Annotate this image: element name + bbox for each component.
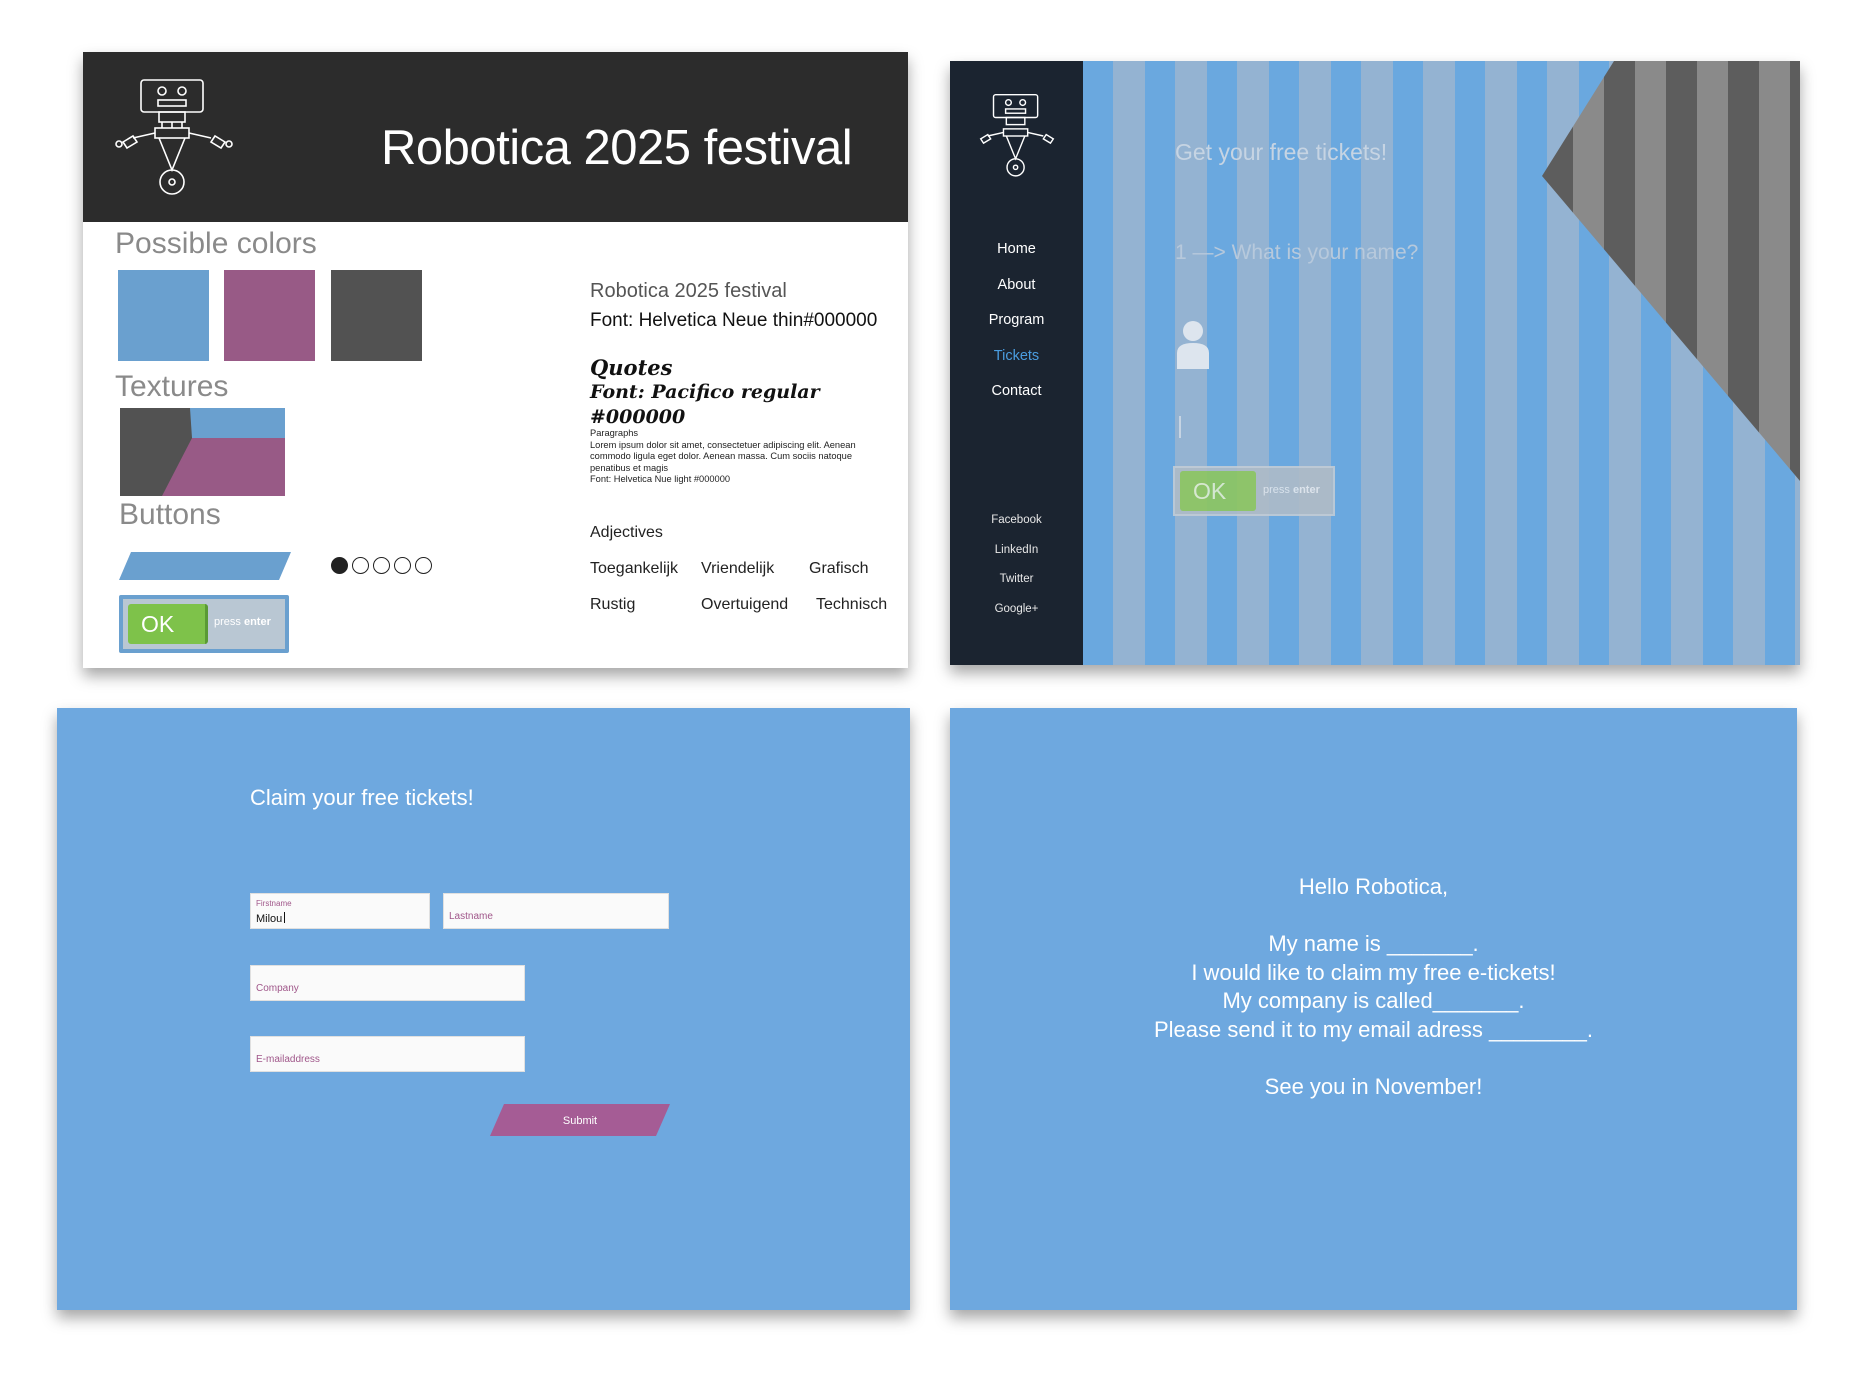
- pagination-dot[interactable]: [331, 557, 348, 574]
- adjective-item: Vriendelijk: [701, 560, 775, 577]
- firstname-label: Firstname: [256, 899, 292, 908]
- firstname-field[interactable]: Firstname Milou: [250, 893, 430, 929]
- quotes-font-spec: Font: Pacifico regular #000000: [590, 381, 820, 428]
- adjective-item: Overtuigend: [701, 596, 789, 613]
- letter-line: I would like to claim my free e-tickets!: [1191, 959, 1556, 985]
- adjectives-heading: Adjectives: [590, 524, 663, 541]
- ok-enter-widget: OK press enter: [119, 595, 289, 653]
- adjective-item: Rustig: [590, 596, 636, 613]
- style-guide-panel: Robotica 2025 festival Possible colors T…: [83, 52, 908, 668]
- ok-enter-widget: OK press enter: [1173, 466, 1335, 516]
- user-icon: [1177, 321, 1209, 369]
- adjective-item: Technisch: [816, 596, 888, 613]
- buttons-heading: Buttons: [119, 498, 221, 531]
- adjective-item: Toegankelijk: [590, 560, 679, 577]
- color-swatch-purple: [224, 270, 315, 361]
- paragraph-font-spec: Font: Helvetica Nue light #000000: [590, 474, 731, 485]
- festival-title: Robotica 2025 festival: [381, 121, 853, 175]
- company-field[interactable]: Company: [250, 965, 525, 1001]
- style-guide-header: Robotica 2025 festival: [83, 52, 908, 222]
- robot-logo-icon: [115, 79, 233, 195]
- paragraph-sample: Paragraphs Lorem ipsum dolor sit amet, c…: [590, 428, 875, 486]
- social-link-facebook[interactable]: Facebook: [950, 514, 1083, 526]
- nav-item-program[interactable]: Program: [950, 312, 1083, 328]
- ticket-screen-panel: Home About Program Tickets Contact Faceb…: [950, 61, 1800, 665]
- tickets-heading: Get your free tickets!: [1175, 139, 1388, 165]
- parallelogram-button[interactable]: [119, 552, 291, 580]
- letter-line: [950, 902, 1797, 931]
- submit-label: Submit: [563, 1115, 597, 1127]
- social-link-twitter[interactable]: Twitter: [950, 573, 1083, 585]
- color-swatch-dark: [331, 270, 422, 361]
- submit-button[interactable]: Submit: [490, 1104, 670, 1136]
- sidebar: Home About Program Tickets Contact Faceb…: [950, 61, 1083, 665]
- pagination-dot[interactable]: [415, 557, 432, 574]
- lastname-placeholder: Lastname: [449, 911, 493, 922]
- pagination-dots: [331, 557, 432, 574]
- textures-heading: Textures: [115, 370, 229, 403]
- pagination-dot[interactable]: [394, 557, 411, 574]
- nav-item-home[interactable]: Home: [950, 241, 1083, 257]
- letter-line: See you in November!: [1264, 1073, 1483, 1099]
- letter-panel: Hello Robotica, My name is _______. I wo…: [950, 708, 1797, 1310]
- ok-button[interactable]: OK: [1180, 471, 1256, 511]
- letter-line: [950, 1044, 1797, 1073]
- claim-form-panel: Claim your free tickets! Firstname Milou…: [57, 708, 910, 1310]
- email-field[interactable]: E-mailaddress: [250, 1036, 525, 1072]
- social-link-linkedin[interactable]: LinkedIn: [950, 544, 1083, 556]
- pagination-dot[interactable]: [373, 557, 390, 574]
- letter-line: Please send it to my email adress ______…: [1153, 1016, 1594, 1042]
- firstname-value: Milou: [256, 912, 286, 925]
- striped-triangle-decoration: [1542, 61, 1800, 481]
- pagination-dot[interactable]: [352, 557, 369, 574]
- letter-line: My company is called_______.: [1222, 988, 1525, 1013]
- texture-sample: [120, 408, 285, 496]
- lastname-field[interactable]: Lastname: [443, 893, 669, 929]
- quotes-label: Quotes: [590, 355, 673, 380]
- nav-item-about[interactable]: About: [950, 277, 1083, 293]
- name-question: 1 —> What is your name?: [1175, 241, 1419, 264]
- letter-text: Hello Robotica, My name is _______. I wo…: [950, 873, 1797, 1101]
- quotes-sample: Quotes Font: Pacifico regular #000000: [590, 355, 908, 430]
- claim-heading: Claim your free tickets!: [250, 785, 474, 810]
- press-enter-hint: press enter: [1263, 484, 1320, 496]
- letter-line: Hello Robotica,: [1298, 874, 1449, 899]
- nav-item-tickets[interactable]: Tickets: [950, 348, 1083, 364]
- nav-item-contact[interactable]: Contact: [950, 383, 1083, 399]
- typography-font-spec: Font: Helvetica Neue thin#000000: [590, 310, 878, 331]
- paragraph-lorem: Lorem ipsum dolor sit amet, consectetuer…: [590, 439, 856, 473]
- color-swatch-blue: [118, 270, 209, 361]
- company-placeholder: Company: [256, 983, 299, 994]
- adjective-item: Grafisch: [809, 560, 869, 577]
- name-input-cursor[interactable]: [1179, 416, 1181, 438]
- email-placeholder: E-mailaddress: [256, 1054, 320, 1065]
- ok-button[interactable]: OK: [128, 604, 208, 644]
- paragraphs-label: Paragraphs: [590, 428, 639, 438]
- robot-logo-icon: [979, 94, 1055, 177]
- typography-title: Robotica 2025 festival: [590, 280, 787, 302]
- letter-line: My name is _______.: [1268, 931, 1479, 956]
- possible-colors-heading: Possible colors: [115, 227, 317, 260]
- social-link-googleplus[interactable]: Google+: [950, 603, 1083, 615]
- press-enter-hint: press enter: [214, 616, 271, 628]
